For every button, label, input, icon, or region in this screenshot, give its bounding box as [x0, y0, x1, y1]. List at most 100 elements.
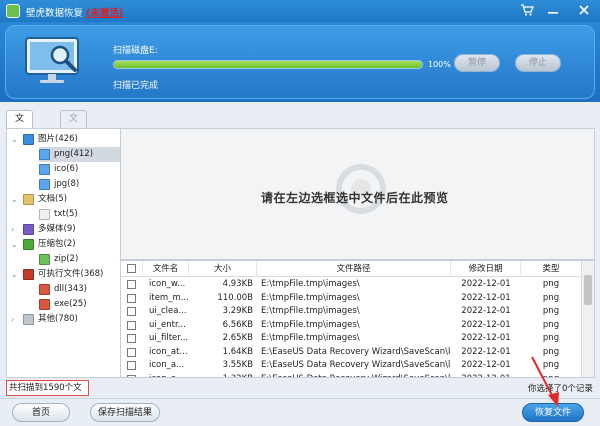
cart-icon[interactable]: [519, 3, 535, 19]
table-row[interactable]: icon_at... 1.64KB E:\EaseUS Data Recovery …: [121, 346, 581, 359]
expand-icon[interactable]: ›: [11, 222, 19, 237]
row-checkbox[interactable]: [127, 334, 136, 343]
cell-file-type: png: [542, 333, 560, 343]
row-checkbox[interactable]: [127, 307, 136, 316]
row-checkbox[interactable]: [127, 374, 136, 377]
file-type-tree: ⌄ 图片(426) png(412) ico(6) jpg(8) ⌄ 文档(5) txt(5)…: [6, 128, 121, 378]
tree-item[interactable]: ⌄ 文档(5): [7, 192, 120, 207]
cell-file-size: 2.65KB: [222, 333, 253, 343]
cell-modified-date: 2022-12-01: [461, 306, 511, 316]
pause-button[interactable]: 暂停: [454, 54, 500, 72]
cell-file-path: E:\EaseUS Data Recovery Wizard\SaveScan\…: [261, 360, 451, 370]
cell-file-size: 110.00B: [217, 292, 253, 303]
tab-file-path[interactable]: 文件路径: [60, 110, 88, 175]
table-row[interactable]: icon_a... 3.55KB E:\EaseUS Data Recovery W…: [121, 359, 581, 372]
scan-progress-bar: [113, 60, 423, 69]
table-row[interactable]: ui_filter... 2.65KB E:\tmpFile.tmp\images\…: [121, 332, 581, 345]
tree-item[interactable]: › 多媒体(9): [7, 222, 120, 237]
media-folder-icon: [23, 224, 34, 235]
save-scan-result-button[interactable]: 保存扫描结果: [90, 403, 160, 422]
tree-item[interactable]: jpg(8): [7, 177, 120, 192]
file-table: 文件名 大小 文件路径 修改日期 类型 icon_w... 4.93KB E:\tm…: [121, 260, 595, 378]
select-all-checkbox[interactable]: [127, 264, 136, 273]
home-button[interactable]: 首页: [12, 403, 70, 422]
column-header-type[interactable]: 类型: [521, 261, 581, 277]
app-logo-icon: [6, 4, 20, 18]
table-header: 文件名 大小 文件路径 修改日期 类型: [121, 261, 581, 277]
tree-item[interactable]: dll(343): [7, 282, 120, 297]
tree-item-label: 可执行文件(368): [38, 269, 104, 279]
tree-item[interactable]: txt(5): [7, 207, 120, 222]
stop-button[interactable]: 停止: [515, 54, 561, 72]
bottom-bar: 首页 保存扫描结果 恢复文件: [0, 398, 600, 426]
activation-status-link[interactable]: (未激活): [86, 8, 123, 19]
cell-file-path: E:\tmpFile.tmp\images\: [261, 333, 360, 343]
row-checkbox[interactable]: [127, 347, 136, 357]
collapse-icon[interactable]: ⌄: [11, 192, 19, 207]
tree-item[interactable]: › 其他(780): [7, 312, 120, 327]
tab-file-type[interactable]: 文件类型: [6, 110, 34, 175]
tree-item-label: jpg(8): [54, 179, 80, 189]
scrollbar-thumb[interactable]: [584, 275, 592, 305]
column-header-size[interactable]: 大小: [189, 261, 257, 277]
scan-progress-percent: 100%: [428, 60, 451, 69]
annotation-arrow-icon: [531, 356, 559, 407]
table-row[interactable]: icon_w... 4.93KB E:\tmpFile.tmp\images\ 202…: [121, 278, 581, 291]
files-found-count: 共扫描到1590个文件: [6, 380, 89, 408]
column-header-path[interactable]: 文件路径: [257, 261, 451, 277]
monitor-search-icon: [24, 36, 84, 84]
tree-item-label: ico(6): [54, 164, 79, 174]
cell-file-path: E:\EaseUS Data Recovery Wizard\SaveScan\…: [261, 346, 451, 357]
collapse-icon[interactable]: ⌄: [11, 267, 19, 282]
minimize-icon[interactable]: [545, 3, 561, 19]
table-row[interactable]: ui_entr... 6.56KB E:\tmpFile.tmp\images\ 20…: [121, 319, 581, 332]
cell-file-size: 3.55KB: [222, 360, 253, 370]
tree-item-label: 压缩包(2): [38, 239, 76, 249]
scan-status-text: 扫描已完成: [113, 81, 159, 91]
cell-file-size: 6.56KB: [222, 319, 253, 330]
column-header-date[interactable]: 修改日期: [451, 261, 521, 277]
collapse-icon[interactable]: ⌄: [11, 132, 19, 147]
row-checkbox[interactable]: [127, 320, 136, 330]
cell-file-size: 1.64KB: [222, 346, 253, 357]
row-checkbox[interactable]: [127, 293, 136, 303]
scan-panel: 扫描磁盘E: 100% 扫描已完成 暂停 停止: [5, 25, 595, 99]
text-file-icon: [39, 209, 50, 220]
tree-item[interactable]: png(412): [39, 147, 120, 162]
cell-file-name: icon_w...: [149, 279, 186, 289]
tree-item[interactable]: ⌄ 图片(426): [7, 132, 120, 147]
cell-modified-date: 2022-12-01: [451, 373, 521, 378]
cell-file-size: 3.29KB: [222, 306, 253, 316]
cell-file-name: icon_a...: [149, 373, 189, 378]
column-header-name[interactable]: 文件名: [143, 261, 189, 277]
tree-item[interactable]: ico(6): [7, 162, 120, 177]
table-row[interactable]: ui_clea... 3.29KB E:\tmpFile.tmp\images\ 20…: [121, 305, 581, 318]
scan-disk-label: 扫描磁盘E:: [113, 46, 158, 56]
select-all-column[interactable]: [121, 261, 143, 277]
cell-file-name: ui_clea...: [149, 306, 187, 316]
row-checkbox[interactable]: [127, 280, 136, 289]
image-file-icon: [39, 149, 50, 160]
other-folder-icon: [23, 314, 34, 325]
tree-item[interactable]: ⌄ 压缩包(2): [7, 237, 120, 252]
cell-file-type: png: [542, 319, 560, 330]
scan-progress-fill: [114, 61, 422, 68]
tree-item[interactable]: exe(25): [7, 297, 120, 312]
close-icon[interactable]: [576, 3, 592, 19]
tree-item-label: zip(2): [54, 254, 79, 264]
cell-file-path: E:\tmpFile.tmp\images\: [261, 319, 360, 330]
tree-item[interactable]: ⌄ 可执行文件(368): [7, 267, 120, 282]
tree-item[interactable]: zip(2): [7, 252, 120, 267]
image-file-icon: [39, 179, 50, 190]
cell-modified-date: 2022-12-01: [461, 360, 511, 370]
table-scrollbar[interactable]: [581, 261, 594, 377]
cell-file-name: ui_filter...: [149, 333, 189, 343]
cell-modified-date: 2022-12-01: [461, 279, 511, 289]
table-row[interactable]: icon_a...1.32KB E:\EaseUS Data Recovery W…: [121, 373, 581, 378]
cell-modified-date: 2022-12-01: [461, 346, 511, 357]
window-title: 壁虎数据恢复 (未激活): [26, 5, 123, 19]
collapse-icon[interactable]: ⌄: [11, 237, 19, 252]
row-checkbox[interactable]: [127, 361, 136, 370]
expand-icon[interactable]: ›: [11, 312, 19, 327]
table-row[interactable]: item_m... 110.00B E:\tmpFile.tmp\images\ 20…: [121, 292, 581, 305]
